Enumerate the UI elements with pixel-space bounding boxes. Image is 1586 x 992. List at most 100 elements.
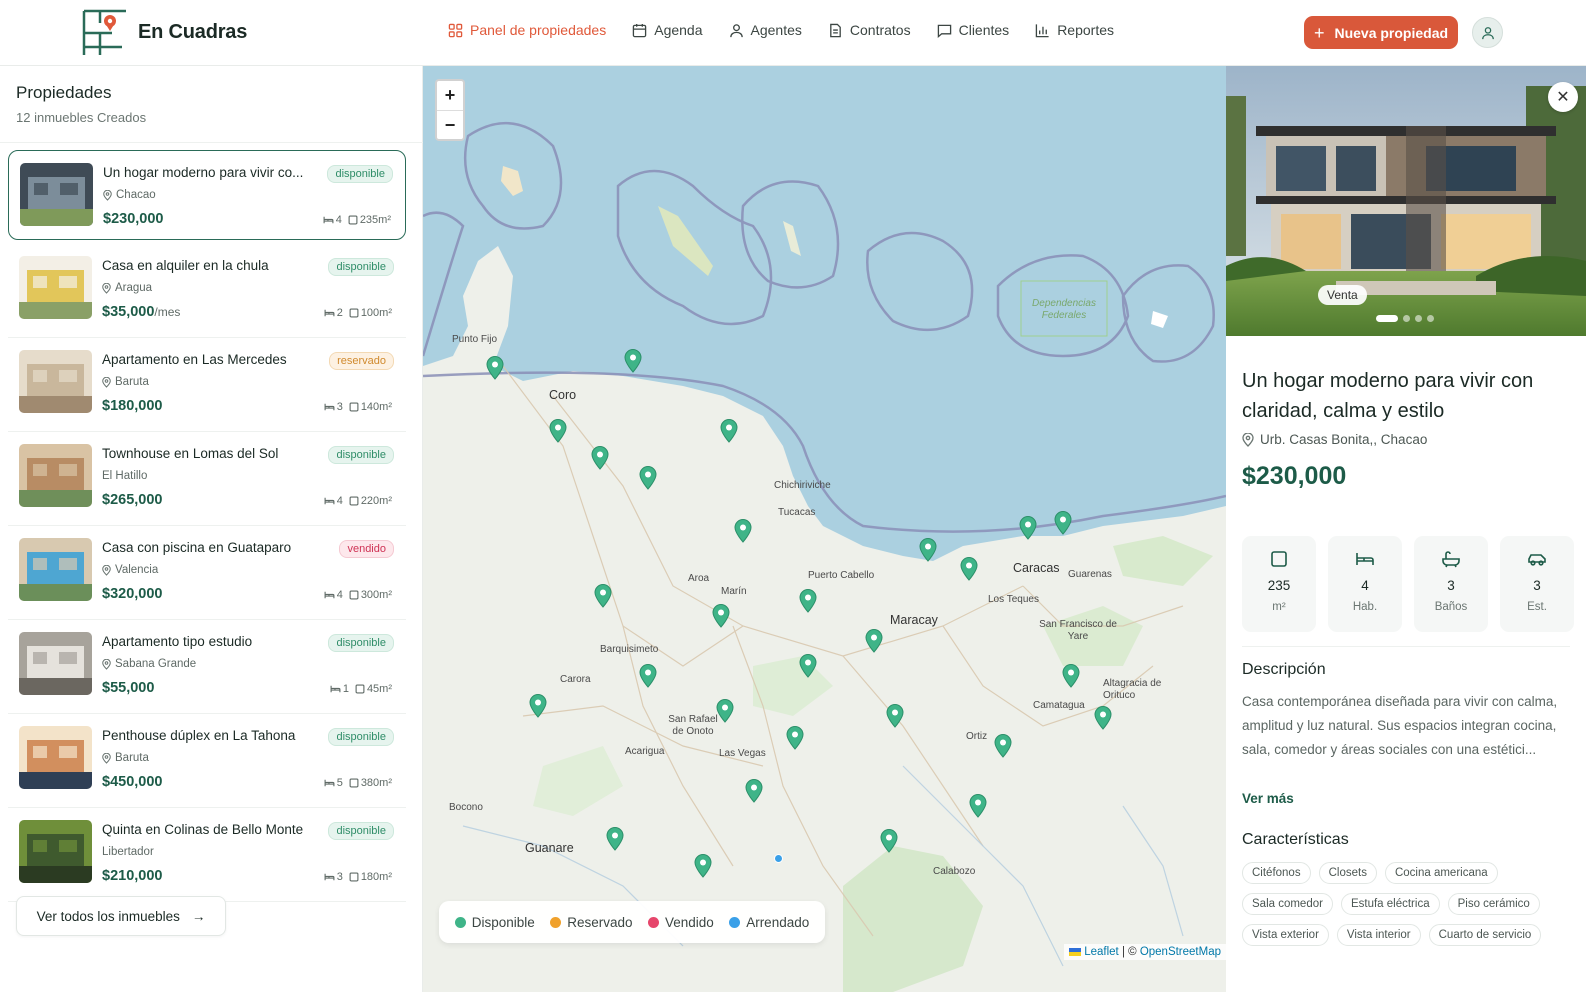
legend-item: Reservado — [550, 915, 633, 930]
map-pin-disponible[interactable] — [591, 446, 609, 470]
user-icon — [729, 23, 743, 37]
map-pin-disponible[interactable] — [606, 827, 624, 851]
map-pin-disponible[interactable] — [994, 734, 1012, 758]
zoom-out-button[interactable]: − — [437, 110, 463, 139]
property-card[interactable]: Un hogar moderno para vivir co... Chacao… — [8, 150, 406, 240]
close-panel-button[interactable]: ✕ — [1548, 82, 1578, 112]
property-thumbnail — [19, 256, 92, 319]
nav-panel-propiedades[interactable]: Panel de propiedades — [448, 22, 606, 38]
rooms-value: 4 — [335, 214, 342, 226]
city-label: Acarigua — [625, 746, 665, 757]
map-pin-disponible[interactable] — [969, 794, 987, 818]
map-pin-disponible[interactable] — [549, 419, 567, 443]
stat-baths: 3 Baños — [1414, 536, 1488, 632]
square-icon — [349, 872, 359, 882]
map-pin-disponible[interactable] — [639, 664, 657, 688]
avatar[interactable] — [1472, 17, 1503, 48]
price-value: $180,000 — [102, 398, 163, 414]
map-pin-disponible[interactable] — [720, 419, 738, 443]
carousel-dot[interactable] — [1376, 315, 1398, 322]
map-pin-disponible[interactable] — [960, 557, 978, 581]
property-detail-panel: ✕ Venta Un hogar moderno para vivir con … — [1226, 66, 1586, 992]
property-card[interactable]: Casa en alquiler en la chula Aragua $35,… — [8, 244, 406, 338]
map-pin-disponible[interactable] — [799, 589, 817, 613]
property-card[interactable]: Apartamento tipo estudio Sabana Grande $… — [8, 620, 406, 714]
nav-reportes[interactable]: Reportes — [1035, 22, 1114, 38]
map-pin-disponible[interactable] — [919, 538, 937, 562]
property-location: Baruta — [102, 376, 149, 388]
map-pin-disponible[interactable] — [694, 854, 712, 878]
map-pin-disponible[interactable] — [486, 356, 504, 380]
map-marker-icon — [880, 829, 898, 853]
property-card[interactable]: Townhouse en Lomas del Sol El Hatillo $2… — [8, 432, 406, 526]
property-price: $180,000 — [102, 398, 162, 414]
map-pin-disponible[interactable] — [639, 466, 657, 490]
status-badge: vendido — [339, 540, 394, 558]
bed-icon — [324, 403, 335, 411]
carousel-dot[interactable] — [1427, 315, 1434, 322]
osm-link[interactable]: OpenStreetMap — [1140, 946, 1221, 958]
map-pin-arrendado[interactable] — [774, 854, 783, 863]
map-pin-disponible[interactable] — [712, 604, 730, 628]
property-name: Casa en alquiler en la chula — [102, 258, 269, 273]
new-property-button[interactable]: + Nueva propiedad — [1304, 16, 1458, 49]
see-all-button[interactable]: Ver todos los inmuebles → — [16, 896, 226, 936]
map-pin-disponible[interactable] — [734, 519, 752, 543]
property-name: Townhouse en Lomas del Sol — [102, 446, 279, 461]
bed-icon — [324, 309, 335, 317]
map-marker-icon — [1054, 511, 1072, 535]
map-pin-disponible[interactable] — [594, 584, 612, 608]
map-pin-disponible[interactable] — [799, 654, 817, 678]
map-pin-disponible[interactable] — [529, 694, 547, 718]
feature-chip: Closets — [1318, 862, 1377, 884]
property-meta: 4 220m² — [324, 495, 392, 507]
area-size: 100m² — [349, 307, 392, 319]
zoom-in-button[interactable]: + — [437, 81, 463, 110]
square-icon — [349, 402, 359, 412]
property-card[interactable]: Casa con piscina en Guataparo Valencia $… — [8, 526, 406, 620]
legend-dot — [647, 916, 659, 928]
nav-agenda[interactable]: Agenda — [632, 22, 703, 38]
city-label: Carora — [560, 674, 591, 685]
map-pin-disponible[interactable] — [1054, 511, 1072, 535]
map-pin-disponible[interactable] — [624, 349, 642, 373]
map-pin-disponible[interactable] — [1094, 706, 1112, 730]
feature-chip: Citéfonos — [1242, 862, 1311, 884]
map-pin-disponible[interactable] — [886, 704, 904, 728]
property-photo[interactable]: ✕ Venta — [1226, 66, 1586, 336]
nav-agentes[interactable]: Agentes — [729, 22, 802, 38]
map-pin-disponible[interactable] — [716, 699, 734, 723]
carousel-dot[interactable] — [1403, 315, 1410, 322]
nav-label: Panel de propiedades — [470, 22, 607, 38]
property-card[interactable]: Apartamento en Las Mercedes Baruta $180,… — [8, 338, 406, 432]
map-pin-disponible[interactable] — [880, 829, 898, 853]
area-size: 180m² — [349, 871, 392, 883]
property-meta: 3 140m² — [324, 401, 392, 413]
feature-chip: Vista interior — [1336, 924, 1421, 946]
map-pin-disponible[interactable] — [786, 726, 804, 750]
area-size: 45m² — [355, 683, 392, 695]
properties-sidebar: Propiedades 12 inmuebles Creados Un hoga… — [0, 66, 423, 992]
property-map[interactable]: Punto Fijo Coro Chichiriviche Tucacas Pu… — [423, 66, 1226, 992]
location-text: Chacao — [116, 189, 156, 201]
brand-logo[interactable]: En Cuadras — [82, 7, 247, 57]
see-more-link[interactable]: Ver más — [1242, 791, 1294, 806]
carousel-dots[interactable] — [1376, 315, 1434, 322]
map-pin-disponible[interactable] — [1019, 516, 1037, 540]
property-location: Baruta — [102, 752, 149, 764]
square-icon — [1271, 551, 1287, 567]
map-marker-icon — [745, 779, 763, 803]
status-badge: disponible — [328, 634, 394, 652]
map-pin-disponible[interactable] — [865, 629, 883, 653]
property-name: Penthouse dúplex en La Tahona — [102, 728, 296, 743]
carousel-dot[interactable] — [1415, 315, 1422, 322]
map-pin-disponible[interactable] — [1062, 664, 1080, 688]
leaflet-link[interactable]: Leaflet — [1084, 946, 1119, 958]
property-meta: 2 100m² — [324, 307, 392, 319]
property-card[interactable]: Penthouse dúplex en La Tahona Baruta $45… — [8, 714, 406, 808]
nav-contratos[interactable]: Contratos — [828, 22, 911, 38]
city-label: Tucacas — [778, 507, 816, 518]
map-pin-disponible[interactable] — [745, 779, 763, 803]
nav-clientes[interactable]: Clientes — [937, 22, 1009, 38]
property-card[interactable]: Quinta en Colinas de Bello Monte Liberta… — [8, 808, 406, 902]
